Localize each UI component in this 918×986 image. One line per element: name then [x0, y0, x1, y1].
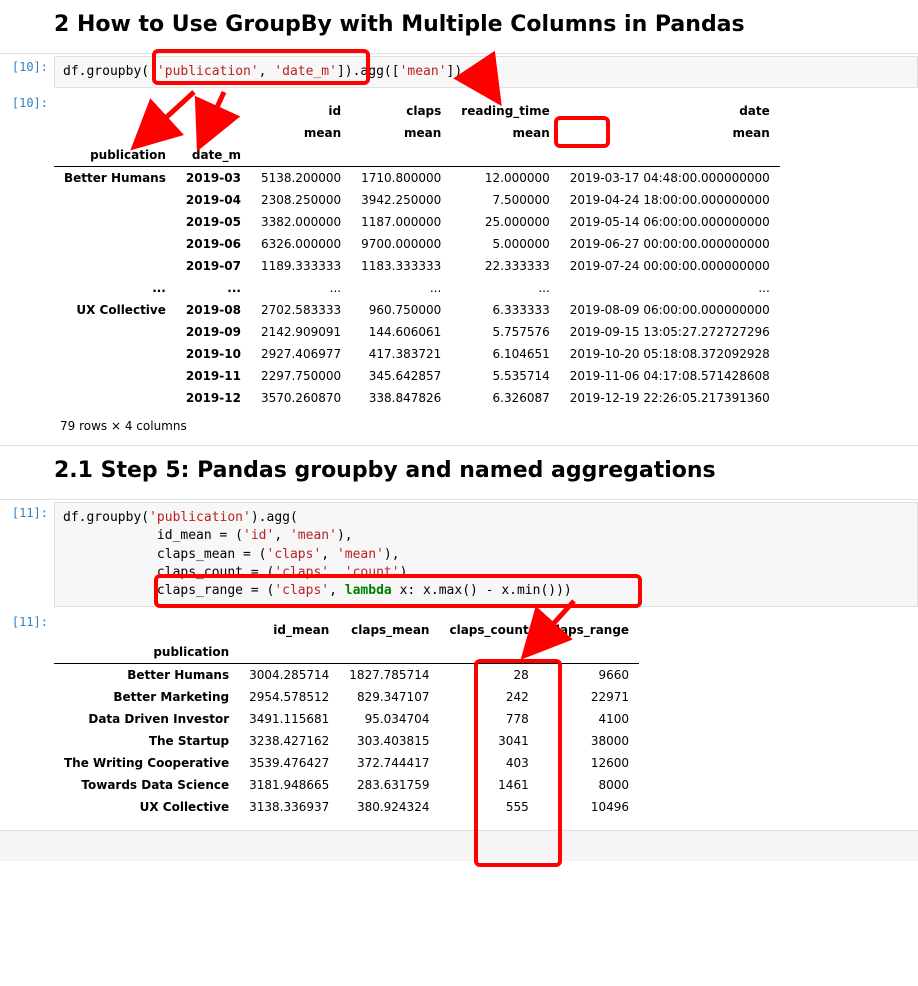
prompt-empty [0, 2, 54, 51]
out-prompt-10: [10]: [0, 92, 54, 443]
in-prompt-11: [11]: [0, 502, 54, 607]
section-21-heading: 2.1 Step 5: Pandas groupby and named agg… [54, 458, 918, 483]
footer-strip [0, 830, 918, 861]
col-id-mean: id_mean [239, 619, 339, 641]
table-row: Better Humans2019-035138.2000001710.8000… [54, 167, 780, 190]
output-table-11: id_mean claps_mean claps_count claps_ran… [54, 619, 639, 818]
table-row: 2019-053382.0000001187.00000025.00000020… [54, 211, 780, 233]
table-row: Better Humans3004.2857141827.78571428966… [54, 664, 639, 687]
col-claps: claps [351, 100, 451, 122]
col-claps-count: claps_count [439, 619, 538, 641]
col-claps-mean: claps_mean [339, 619, 439, 641]
output-table-10: id claps reading_time date mean mean mea… [54, 100, 780, 409]
idx-date-m: date_m [176, 144, 251, 167]
idx-publication: publication [54, 144, 176, 167]
table-row: .................. [54, 277, 780, 299]
idx-publication-2: publication [54, 641, 239, 664]
section-2-heading: 2 How to Use GroupBy with Multiple Colum… [54, 12, 918, 37]
col-date: date [560, 100, 780, 122]
table-row: 2019-102927.406977417.3837216.1046512019… [54, 343, 780, 365]
table-row: The Writing Cooperative3539.476427372.74… [54, 752, 639, 774]
out-prompt-11: [11]: [0, 611, 54, 818]
table-row: 2019-042308.2500003942.2500007.500000201… [54, 189, 780, 211]
table-row: Towards Data Science3181.948665283.63175… [54, 774, 639, 796]
table-row: The Startup3238.427162303.40381530413800… [54, 730, 639, 752]
code-cell-10[interactable]: df.groupby(['publication', 'date_m']).ag… [54, 56, 918, 88]
in-prompt-10: [10]: [0, 56, 54, 88]
table-row: 2019-123570.260870338.8478266.3260872019… [54, 387, 780, 409]
code-cell-11[interactable]: df.groupby('publication').agg( id_mean =… [54, 502, 918, 607]
prompt-empty-2 [0, 448, 54, 497]
table-row: UX Collective3138.336937380.924324555104… [54, 796, 639, 818]
table-row: 2019-071189.3333331183.33333322.33333320… [54, 255, 780, 277]
table-row: Better Marketing2954.578512829.347107242… [54, 686, 639, 708]
table-row: 2019-112297.750000345.6428575.5357142019… [54, 365, 780, 387]
table-row: 2019-066326.0000009700.0000005.000000201… [54, 233, 780, 255]
table-caption-10: 79 rows × 4 columns [60, 419, 918, 433]
col-id: id [251, 100, 351, 122]
col-rt: reading_time [451, 100, 559, 122]
table-row: Data Driven Investor3491.11568195.034704… [54, 708, 639, 730]
col-claps-range: claps_range [539, 619, 639, 641]
table-row: 2019-092142.909091144.6060615.7575762019… [54, 321, 780, 343]
table-row: UX Collective2019-082702.583333960.75000… [54, 299, 780, 321]
